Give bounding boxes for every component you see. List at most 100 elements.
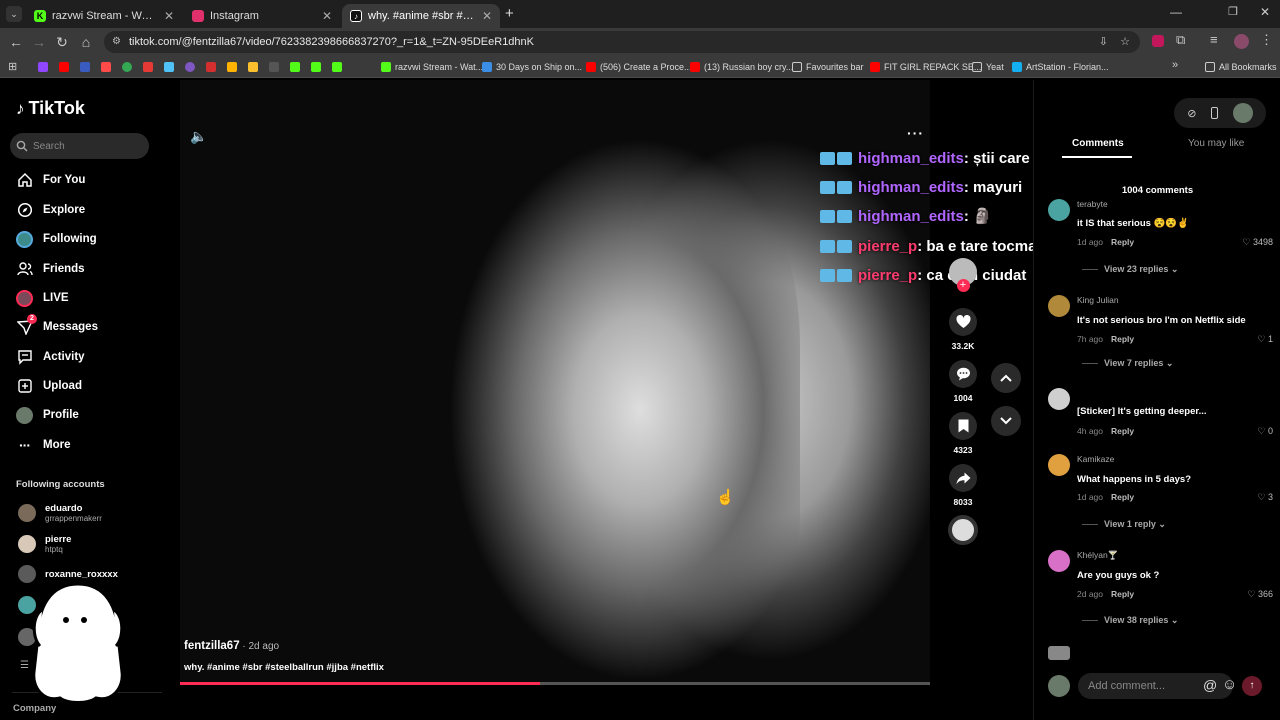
bookmark-item[interactable]: (13) Russian boy cry... xyxy=(690,60,793,74)
view-replies-button[interactable]: View 7 replies ⌄ xyxy=(1082,358,1173,369)
apps-icon[interactable]: ⊞ xyxy=(8,60,17,73)
url-field[interactable]: ⚙ tiktok.com/@fentzilla67/video/76233823… xyxy=(104,31,1140,53)
new-tab-icon[interactable]: + xyxy=(505,5,514,22)
install-icon[interactable]: ⇩ xyxy=(1099,31,1108,53)
bookmark-icon[interactable] xyxy=(227,62,237,72)
avatar[interactable] xyxy=(1048,550,1070,572)
account-item[interactable]: eduardo grrappenmakerr xyxy=(18,503,102,523)
view-replies-button[interactable]: View 38 replies ⌄ xyxy=(1082,615,1178,626)
menu-icon[interactable]: ⋮ xyxy=(1260,32,1273,48)
bookmark-icon[interactable] xyxy=(101,62,111,72)
search-input[interactable]: Search xyxy=(10,133,149,159)
profile-icon[interactable] xyxy=(1234,34,1249,49)
comment-user[interactable]: Kamikaze xyxy=(1077,454,1114,464)
tiktok-logo[interactable]: ♪ TikTok xyxy=(16,98,85,119)
comment-user[interactable]: Khélyan🍸 xyxy=(1077,550,1118,561)
comment-like-button[interactable]: ♡ 3 xyxy=(1257,492,1273,503)
account-item[interactable]: pierre htptq xyxy=(18,534,71,554)
bookmark-icon[interactable] xyxy=(206,62,216,72)
bookmark-item[interactable]: FIT GIRL REPACK SE... xyxy=(870,60,981,74)
reply-button[interactable]: Reply xyxy=(1111,589,1134,599)
tab-kick[interactable]: K razvwi Stream - Watch Live on K ✕ xyxy=(26,4,182,28)
bookmark-icon[interactable] xyxy=(143,62,153,72)
nav-friends[interactable]: Friends xyxy=(16,259,85,279)
forward-icon[interactable]: → xyxy=(31,34,47,50)
reply-button[interactable]: Reply xyxy=(1111,426,1134,436)
nav-explore[interactable]: Explore xyxy=(16,200,85,220)
restore-icon[interactable]: ❐ xyxy=(1228,5,1238,18)
nav-messages[interactable]: 2 Messages xyxy=(16,313,98,337)
kick-icon[interactable] xyxy=(290,62,300,72)
nav-following[interactable]: Following xyxy=(16,229,97,249)
bookmark-item[interactable]: Yeat xyxy=(972,60,1004,74)
view-replies-button[interactable]: View 23 replies ⌄ xyxy=(1082,264,1178,275)
volume-icon[interactable]: 🔈 xyxy=(190,128,207,145)
bookmark-item[interactable]: Favourites bar xyxy=(792,60,864,74)
more-bookmarks-icon[interactable]: » xyxy=(1172,59,1178,71)
emoji-icon[interactable]: ☺ xyxy=(1222,676,1237,693)
nav-profile[interactable]: Profile xyxy=(16,405,79,425)
reply-button[interactable]: Reply xyxy=(1111,237,1134,247)
mention-icon[interactable]: @ xyxy=(1203,677,1217,693)
video-player[interactable] xyxy=(180,80,930,685)
sound-disc[interactable] xyxy=(948,515,978,545)
avatar[interactable] xyxy=(1232,103,1253,123)
avatar[interactable] xyxy=(1048,295,1070,317)
follow-plus-icon[interactable]: + xyxy=(956,279,970,292)
avatar[interactable] xyxy=(1048,454,1070,476)
video-progress-bar[interactable] xyxy=(180,682,930,685)
nav-upload[interactable]: Upload xyxy=(16,376,82,396)
close-icon[interactable]: ✕ xyxy=(482,9,492,23)
youtube-icon[interactable] xyxy=(59,62,69,72)
kick-icon[interactable] xyxy=(311,62,321,72)
tab-comments[interactable]: Comments xyxy=(1072,138,1124,149)
bookmark-icon[interactable] xyxy=(80,62,90,72)
like-button[interactable]: 33.2K xyxy=(948,308,978,351)
tab-instagram[interactable]: Instagram ✕ xyxy=(184,4,340,28)
nav-more[interactable]: ··· More xyxy=(16,435,70,455)
avatar[interactable] xyxy=(1048,646,1070,660)
view-replies-button[interactable]: View 1 reply ⌄ xyxy=(1082,519,1166,530)
twitch-icon[interactable] xyxy=(38,62,48,72)
phone-icon[interactable] xyxy=(1211,107,1219,119)
media-icon[interactable]: ≡ xyxy=(1210,32,1218,47)
comment-like-button[interactable]: ♡ 366 xyxy=(1247,589,1273,600)
reply-button[interactable]: Reply xyxy=(1111,492,1134,502)
send-arrow-icon[interactable]: ↑ xyxy=(1242,676,1262,696)
save-button[interactable]: 4323 xyxy=(948,412,978,455)
kick-icon[interactable] xyxy=(332,62,342,72)
back-icon[interactable]: ← xyxy=(8,34,24,50)
bookmark-icon[interactable] xyxy=(185,62,195,72)
comment-like-button[interactable]: ♡ 1 xyxy=(1257,334,1273,345)
bookmark-icon[interactable] xyxy=(269,62,279,72)
comment-user[interactable]: King Julian xyxy=(1077,295,1119,305)
extension-icon[interactable] xyxy=(1152,35,1164,47)
window-close-icon[interactable]: ✕ xyxy=(1260,5,1270,19)
home-icon[interactable]: ⌂ xyxy=(78,34,94,50)
compass-icon[interactable]: ⊘ xyxy=(1187,107,1196,120)
tab-you-may-like[interactable]: You may like xyxy=(1188,138,1244,149)
bookmark-item[interactable]: ArtStation - Florian... xyxy=(1012,60,1109,74)
comment-like-button[interactable]: ♡ 3498 xyxy=(1242,237,1273,248)
previous-video-button[interactable] xyxy=(991,363,1021,393)
comment-button[interactable]: 1004 xyxy=(948,360,978,403)
share-button[interactable]: 8033 xyxy=(948,464,978,507)
maps-icon[interactable] xyxy=(122,62,132,72)
all-bookmarks[interactable]: All Bookmarks xyxy=(1205,60,1277,74)
tab-tiktok[interactable]: ♪ why. #anime #sbr #steelball ✕ xyxy=(342,4,500,28)
nav-activity[interactable]: Activity xyxy=(16,347,85,367)
bookmark-item[interactable]: razvwi Stream - Wat... xyxy=(381,60,483,74)
bookmark-icon[interactable] xyxy=(164,62,174,72)
avatar[interactable] xyxy=(1048,388,1070,410)
close-icon[interactable]: ✕ xyxy=(322,9,332,23)
site-info-icon[interactable]: ⚙ xyxy=(112,31,121,53)
author-avatar[interactable]: + xyxy=(948,258,978,292)
bookmark-item[interactable]: 30 Days on Ship on... xyxy=(482,60,582,74)
reply-button[interactable]: Reply xyxy=(1111,334,1134,344)
nav-live[interactable]: LIVE xyxy=(16,288,69,308)
tab-search-icon[interactable]: ⌄ xyxy=(6,6,22,22)
comment-like-button[interactable]: ♡ 0 xyxy=(1257,426,1273,437)
more-options-icon[interactable]: ··· xyxy=(907,125,924,141)
bookmark-item[interactable]: (506) Create a Proce... xyxy=(586,60,692,74)
puzzle-icon[interactable]: ⧉ xyxy=(1176,32,1185,48)
